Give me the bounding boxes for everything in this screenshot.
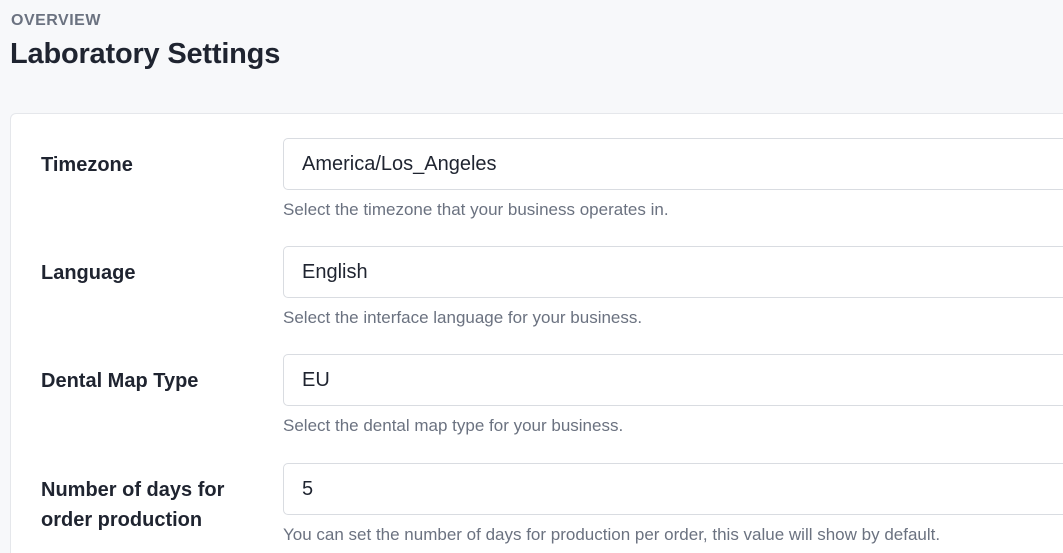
production-days-label-line1: Number of days for xyxy=(41,479,225,501)
section-overline: OVERVIEW xyxy=(11,12,101,29)
production-days-label-line2: order production xyxy=(41,509,203,531)
timezone-value: America/Los_Angeles xyxy=(302,152,497,175)
timezone-label: Timezone xyxy=(41,154,133,176)
dental-map-type-value: EU xyxy=(302,368,330,391)
page-title: Laboratory Settings xyxy=(10,38,281,70)
language-value: English xyxy=(302,260,368,283)
timezone-help: Select the timezone that your business o… xyxy=(283,200,669,219)
language-label: Language xyxy=(41,262,136,284)
dental-map-type-help: Select the dental map type for your busi… xyxy=(283,416,624,435)
language-select[interactable]: English xyxy=(283,246,1063,298)
production-days-help: You can set the number of days for produ… xyxy=(283,525,941,544)
language-help: Select the interface language for your b… xyxy=(283,308,643,327)
production-days-label: Number of days for order production xyxy=(41,475,224,535)
settings-page: OVERVIEW Laboratory Settings Timezone Am… xyxy=(0,0,1063,553)
production-days-value: 5 xyxy=(302,477,314,500)
production-days-input[interactable]: 5 xyxy=(283,463,1063,515)
dental-map-type-label: Dental Map Type xyxy=(41,370,199,392)
dental-map-type-select[interactable]: EU xyxy=(283,354,1063,406)
timezone-select[interactable]: America/Los_Angeles xyxy=(283,138,1063,190)
